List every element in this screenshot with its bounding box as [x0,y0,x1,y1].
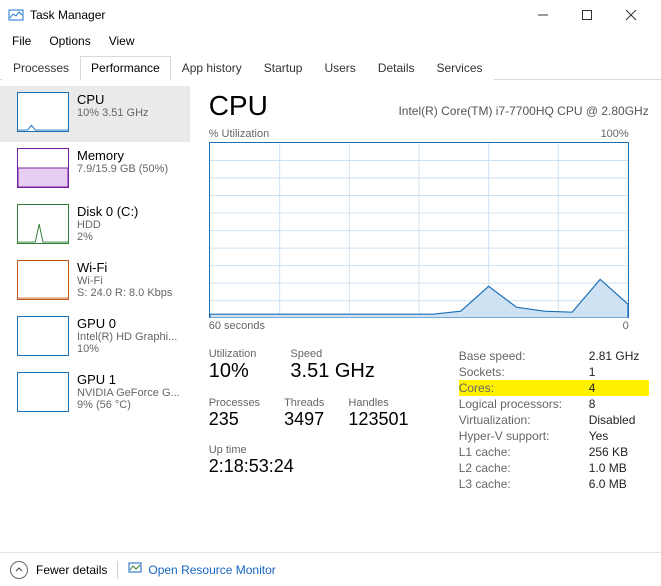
sidebar-item-sub: NVIDIA GeForce G... [77,387,180,399]
meta-value: 8 [589,397,649,411]
meta-key: L3 cache: [459,477,511,491]
chart-y-label: % Utilization [209,128,270,140]
fewer-details-label: Fewer details [36,563,107,577]
meta-key: Sockets: [459,365,505,379]
open-resource-monitor-link[interactable]: Open Resource Monitor [128,561,275,578]
meta-key: Logical processors: [459,397,562,411]
cpu-model: Intel(R) Core(TM) i7-7700HQ CPU @ 2.80GH… [398,104,648,118]
wifi-thumb-icon [17,260,69,300]
sidebar-item-cpu[interactable]: CPU 10% 3.51 GHz [0,86,190,142]
sidebar-item-gpu0[interactable]: GPU 0 Intel(R) HD Graphi... 10% [0,310,190,366]
fewer-details-button[interactable]: Fewer details [10,561,107,579]
footer-divider [117,561,118,579]
meta-value: 1.0 MB [589,461,649,475]
chevron-up-icon [10,561,28,579]
cpu-thumb-icon [17,92,69,132]
sidebar-item-wifi[interactable]: Wi-Fi Wi-Fi S: 24.0 R: 8.0 Kbps [0,254,190,310]
sidebar-item-sub: 10% 3.51 GHz [77,107,149,119]
close-button[interactable] [609,1,653,29]
meta-value: 6.0 MB [589,477,649,491]
sidebar-item-sub: Intel(R) HD Graphi... [77,331,177,343]
stat-label: Utilization [209,348,257,360]
meta-value: Yes [589,429,649,443]
meta-key: L2 cache: [459,461,511,475]
titlebar: Task Manager [0,0,661,30]
sidebar-item-disk[interactable]: Disk 0 (C:) HDD 2% [0,198,190,254]
sidebar-item-sub2: 9% (56 °C) [77,399,180,411]
window-title: Task Manager [30,8,521,22]
meta-key: L1 cache: [459,445,511,459]
gpu1-thumb-icon [17,372,69,412]
meta-key: Cores: [459,381,494,395]
meta-row-cores-highlight: Cores: 4 [459,380,649,396]
sidebar-item-memory[interactable]: Memory 7.9/15.9 GB (50%) [0,142,190,198]
page-title: CPU [209,90,268,122]
tab-processes[interactable]: Processes [2,56,80,80]
sidebar-item-label: CPU [77,92,149,107]
main-area: CPU 10% 3.51 GHz Memory 7.9/15.9 GB (50%… [0,80,661,552]
memory-thumb-icon [17,148,69,188]
tab-performance[interactable]: Performance [80,56,171,80]
meta-value: 4 [589,381,649,395]
utilization-value: 10% [209,360,257,383]
meta-value: 256 KB [589,445,649,459]
processes-value: 235 [209,409,260,430]
stat-label: Up time [209,444,439,456]
chart-y-max: 100% [601,128,629,140]
tab-users[interactable]: Users [313,56,366,80]
sidebar-item-sub: 7.9/15.9 GB (50%) [77,163,168,175]
sidebar-item-sub: HDD [77,219,138,231]
stat-label: Threads [284,397,324,409]
menu-view[interactable]: View [101,32,143,50]
sidebar-item-sub2: 10% [77,343,177,355]
uptime-value: 2:18:53:24 [209,456,439,477]
sidebar-item-label: Memory [77,148,168,163]
meta-value: Disabled [589,413,649,427]
menu-file[interactable]: File [4,32,39,50]
chart-x-left: 60 seconds [209,320,265,332]
cpu-meta-table: Base speed: 2.81 GHz Sockets: 1 Cores: 4 Lo… [459,348,649,492]
sidebar-item-label: Disk 0 (C:) [77,204,138,219]
handles-value: 123501 [348,409,408,430]
utilization-chart[interactable] [209,142,629,318]
tab-strip: Processes Performance App history Startu… [0,55,661,80]
tab-startup[interactable]: Startup [253,56,314,80]
meta-value: 2.81 GHz [589,349,649,363]
meta-key: Base speed: [459,349,526,363]
meta-key: Hyper-V support: [459,429,550,443]
tab-services[interactable]: Services [426,56,494,80]
sidebar-item-label: Wi-Fi [77,260,172,275]
disk-thumb-icon [17,204,69,244]
window-controls [521,1,653,29]
maximize-button[interactable] [565,1,609,29]
sidebar-item-sub: Wi-Fi [77,275,172,287]
sidebar-item-label: GPU 0 [77,316,177,331]
gpu0-thumb-icon [17,316,69,356]
content-pane: CPU Intel(R) Core(TM) i7-7700HQ CPU @ 2.… [191,80,661,552]
meta-key: Virtualization: [459,413,531,427]
sidebar-item-sub2: S: 24.0 R: 8.0 Kbps [77,287,172,299]
stat-label: Handles [348,397,408,409]
monitor-icon [128,561,142,578]
threads-value: 3497 [284,409,324,430]
performance-sidebar: CPU 10% 3.51 GHz Memory 7.9/15.9 GB (50%… [0,80,191,552]
stat-label: Speed [290,348,374,360]
tab-app-history[interactable]: App history [171,56,253,80]
task-manager-icon [8,7,24,23]
sidebar-item-gpu1[interactable]: GPU 1 NVIDIA GeForce G... 9% (56 °C) [0,366,190,422]
sidebar-item-label: GPU 1 [77,372,180,387]
footer-bar: Fewer details Open Resource Monitor [0,552,661,586]
sidebar-item-sub2: 2% [77,231,138,243]
tab-details[interactable]: Details [367,56,426,80]
meta-value: 1 [589,365,649,379]
speed-value: 3.51 GHz [290,360,374,383]
minimize-button[interactable] [521,1,565,29]
open-resource-monitor-label: Open Resource Monitor [148,563,275,577]
menu-bar: File Options View [0,30,661,55]
menu-options[interactable]: Options [41,32,98,50]
stat-label: Processes [209,397,260,409]
chart-x-right: 0 [623,320,629,332]
